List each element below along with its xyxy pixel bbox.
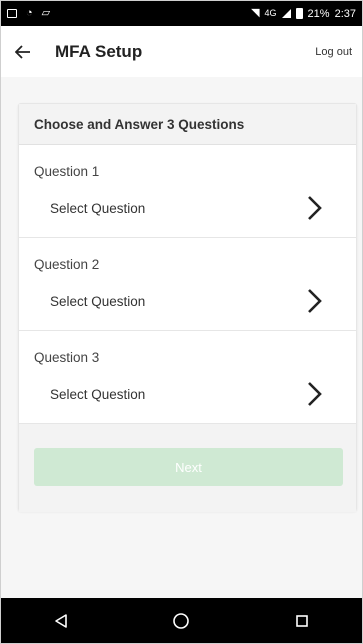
wifi-icon: ◔: [26, 7, 33, 19]
nav-home-button[interactable]: [161, 606, 201, 636]
app-bar: MFA Setup Log out: [1, 26, 362, 77]
question-1-label: Question 1: [34, 164, 100, 179]
chevron-right-icon: [308, 196, 322, 220]
page-title: MFA Setup: [55, 41, 143, 61]
battery-icon: [295, 8, 303, 19]
home-circle-icon: [173, 612, 190, 629]
card-footer: Next: [19, 424, 356, 512]
arrow-left-icon: [15, 44, 30, 59]
network-type: 4G: [264, 8, 277, 18]
clock: 2:37: [334, 7, 356, 20]
mfa-questions-card: Choose and Answer 3 Questions Question 1…: [18, 103, 357, 512]
cell-signal-icon: [281, 9, 291, 18]
question-1-selector[interactable]: Question 1 Select Question: [19, 145, 356, 238]
battery-percent: 21%: [307, 7, 330, 20]
nav-back-button[interactable]: [41, 606, 81, 636]
back-button[interactable]: [9, 37, 37, 67]
recents-square-icon: [296, 614, 308, 627]
question-3-label: Question 3: [34, 350, 100, 365]
question-2-selector[interactable]: Question 2 Select Question: [19, 238, 356, 331]
chevron-right-icon: [308, 382, 322, 406]
card-header: Choose and Answer 3 Questions: [19, 104, 356, 145]
status-left-icons: ◔ ▱: [7, 8, 50, 19]
back-triangle-icon: [55, 613, 67, 628]
next-button[interactable]: Next: [34, 448, 343, 486]
question-2-label: Question 2: [34, 257, 100, 272]
question-1-select-text: Select Question: [50, 201, 146, 216]
question-2-select-text: Select Question: [50, 294, 146, 309]
question-3-select-text: Select Question: [50, 387, 146, 402]
wifi-signal-icon: ◥: [251, 7, 260, 19]
question-3-selector[interactable]: Question 3 Select Question: [19, 331, 356, 424]
nav-recents-button[interactable]: [282, 606, 322, 636]
status-right-icons: ◥ 4G 21% 2:37: [251, 8, 356, 20]
sim-icon: ▱: [41, 7, 51, 19]
chevron-right-icon: [308, 289, 322, 313]
status-bar: ◔ ▱ ◥ 4G 21% 2:37: [1, 1, 362, 26]
logout-link[interactable]: Log out: [315, 46, 352, 58]
notification-icon: [7, 9, 17, 18]
phone-screen: ◔ ▱ ◥ 4G 21% 2:37 MFA Setup Log out Choo…: [0, 0, 363, 644]
system-nav-bar: [1, 598, 362, 643]
